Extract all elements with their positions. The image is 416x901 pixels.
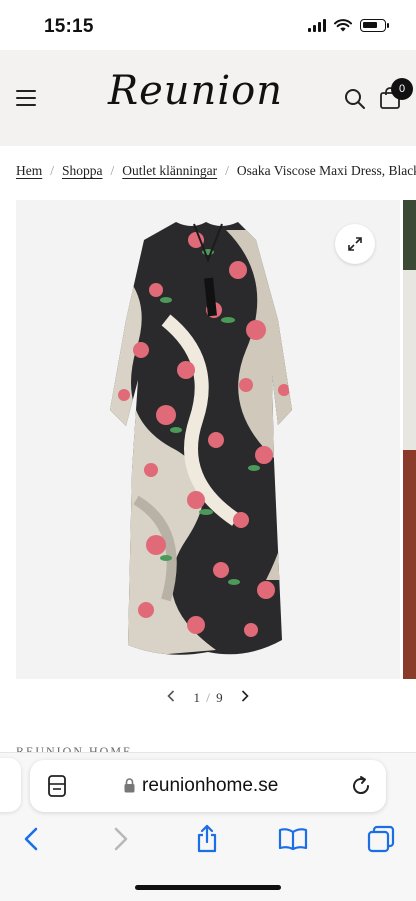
previous-tab-preview[interactable] [0, 758, 21, 812]
next-image-button[interactable] [241, 689, 249, 707]
tabs-button[interactable] [366, 824, 396, 854]
search-icon[interactable] [344, 88, 366, 110]
dress-illustration [110, 222, 292, 655]
breadcrumb-outlet-dresses[interactable]: Outlet klänningar [122, 163, 217, 178]
cellular-signal-icon [308, 19, 326, 32]
breadcrumb: Hem / Shoppa / Outlet klänningar / Osaka Visco… [16, 163, 416, 179]
wifi-icon [334, 19, 352, 32]
chevron-right-icon [114, 827, 128, 851]
breadcrumb-separator: / [50, 163, 55, 178]
home-indicator [135, 885, 281, 890]
image-index: 1 [193, 690, 200, 705]
battery-icon [360, 19, 389, 32]
breadcrumb-separator: / [225, 163, 229, 178]
image-counter: 1 / 9 [193, 690, 222, 706]
breadcrumb-shop[interactable]: Shoppa [62, 163, 103, 178]
chevron-left-icon [24, 827, 38, 851]
image-pager: 1 / 9 [0, 686, 416, 710]
previous-image-button[interactable] [167, 689, 175, 707]
browser-toolbar [0, 818, 416, 864]
image-counter-separator: / [206, 690, 210, 705]
site-logo[interactable]: Reunion [108, 68, 283, 114]
status-icons [308, 19, 389, 32]
page-menu-icon[interactable] [46, 774, 68, 798]
expand-image-button[interactable] [335, 224, 375, 264]
expand-icon [348, 237, 362, 251]
site-header: Reunion [0, 50, 416, 146]
bookmarks-button[interactable] [278, 824, 308, 854]
cart-count-badge[interactable]: 0 [391, 78, 413, 100]
breadcrumb-separator: / [110, 163, 115, 178]
share-button[interactable] [192, 824, 222, 854]
lock-icon [124, 778, 135, 793]
share-icon [197, 824, 217, 853]
forward-button[interactable] [106, 824, 136, 854]
tabs-icon [367, 825, 395, 853]
product-image[interactable] [16, 200, 400, 679]
chevron-left-icon [167, 690, 175, 702]
next-image-preview[interactable] [403, 200, 416, 679]
status-time: 15:15 [44, 16, 94, 37]
back-button[interactable] [16, 824, 46, 854]
chevron-right-icon [241, 690, 249, 702]
url-text[interactable]: reunionhome.se [142, 775, 278, 797]
breadcrumb-current: Osaka Viscose Maxi Dress, Black [236, 163, 416, 178]
status-bar: 15:15 [0, 0, 416, 50]
book-icon [278, 828, 308, 851]
menu-icon[interactable] [16, 90, 36, 106]
image-total: 9 [216, 690, 223, 705]
breadcrumb-home[interactable]: Hem [16, 163, 42, 178]
reload-icon[interactable] [350, 775, 372, 797]
address-bar[interactable]: reunionhome.se [30, 760, 386, 812]
